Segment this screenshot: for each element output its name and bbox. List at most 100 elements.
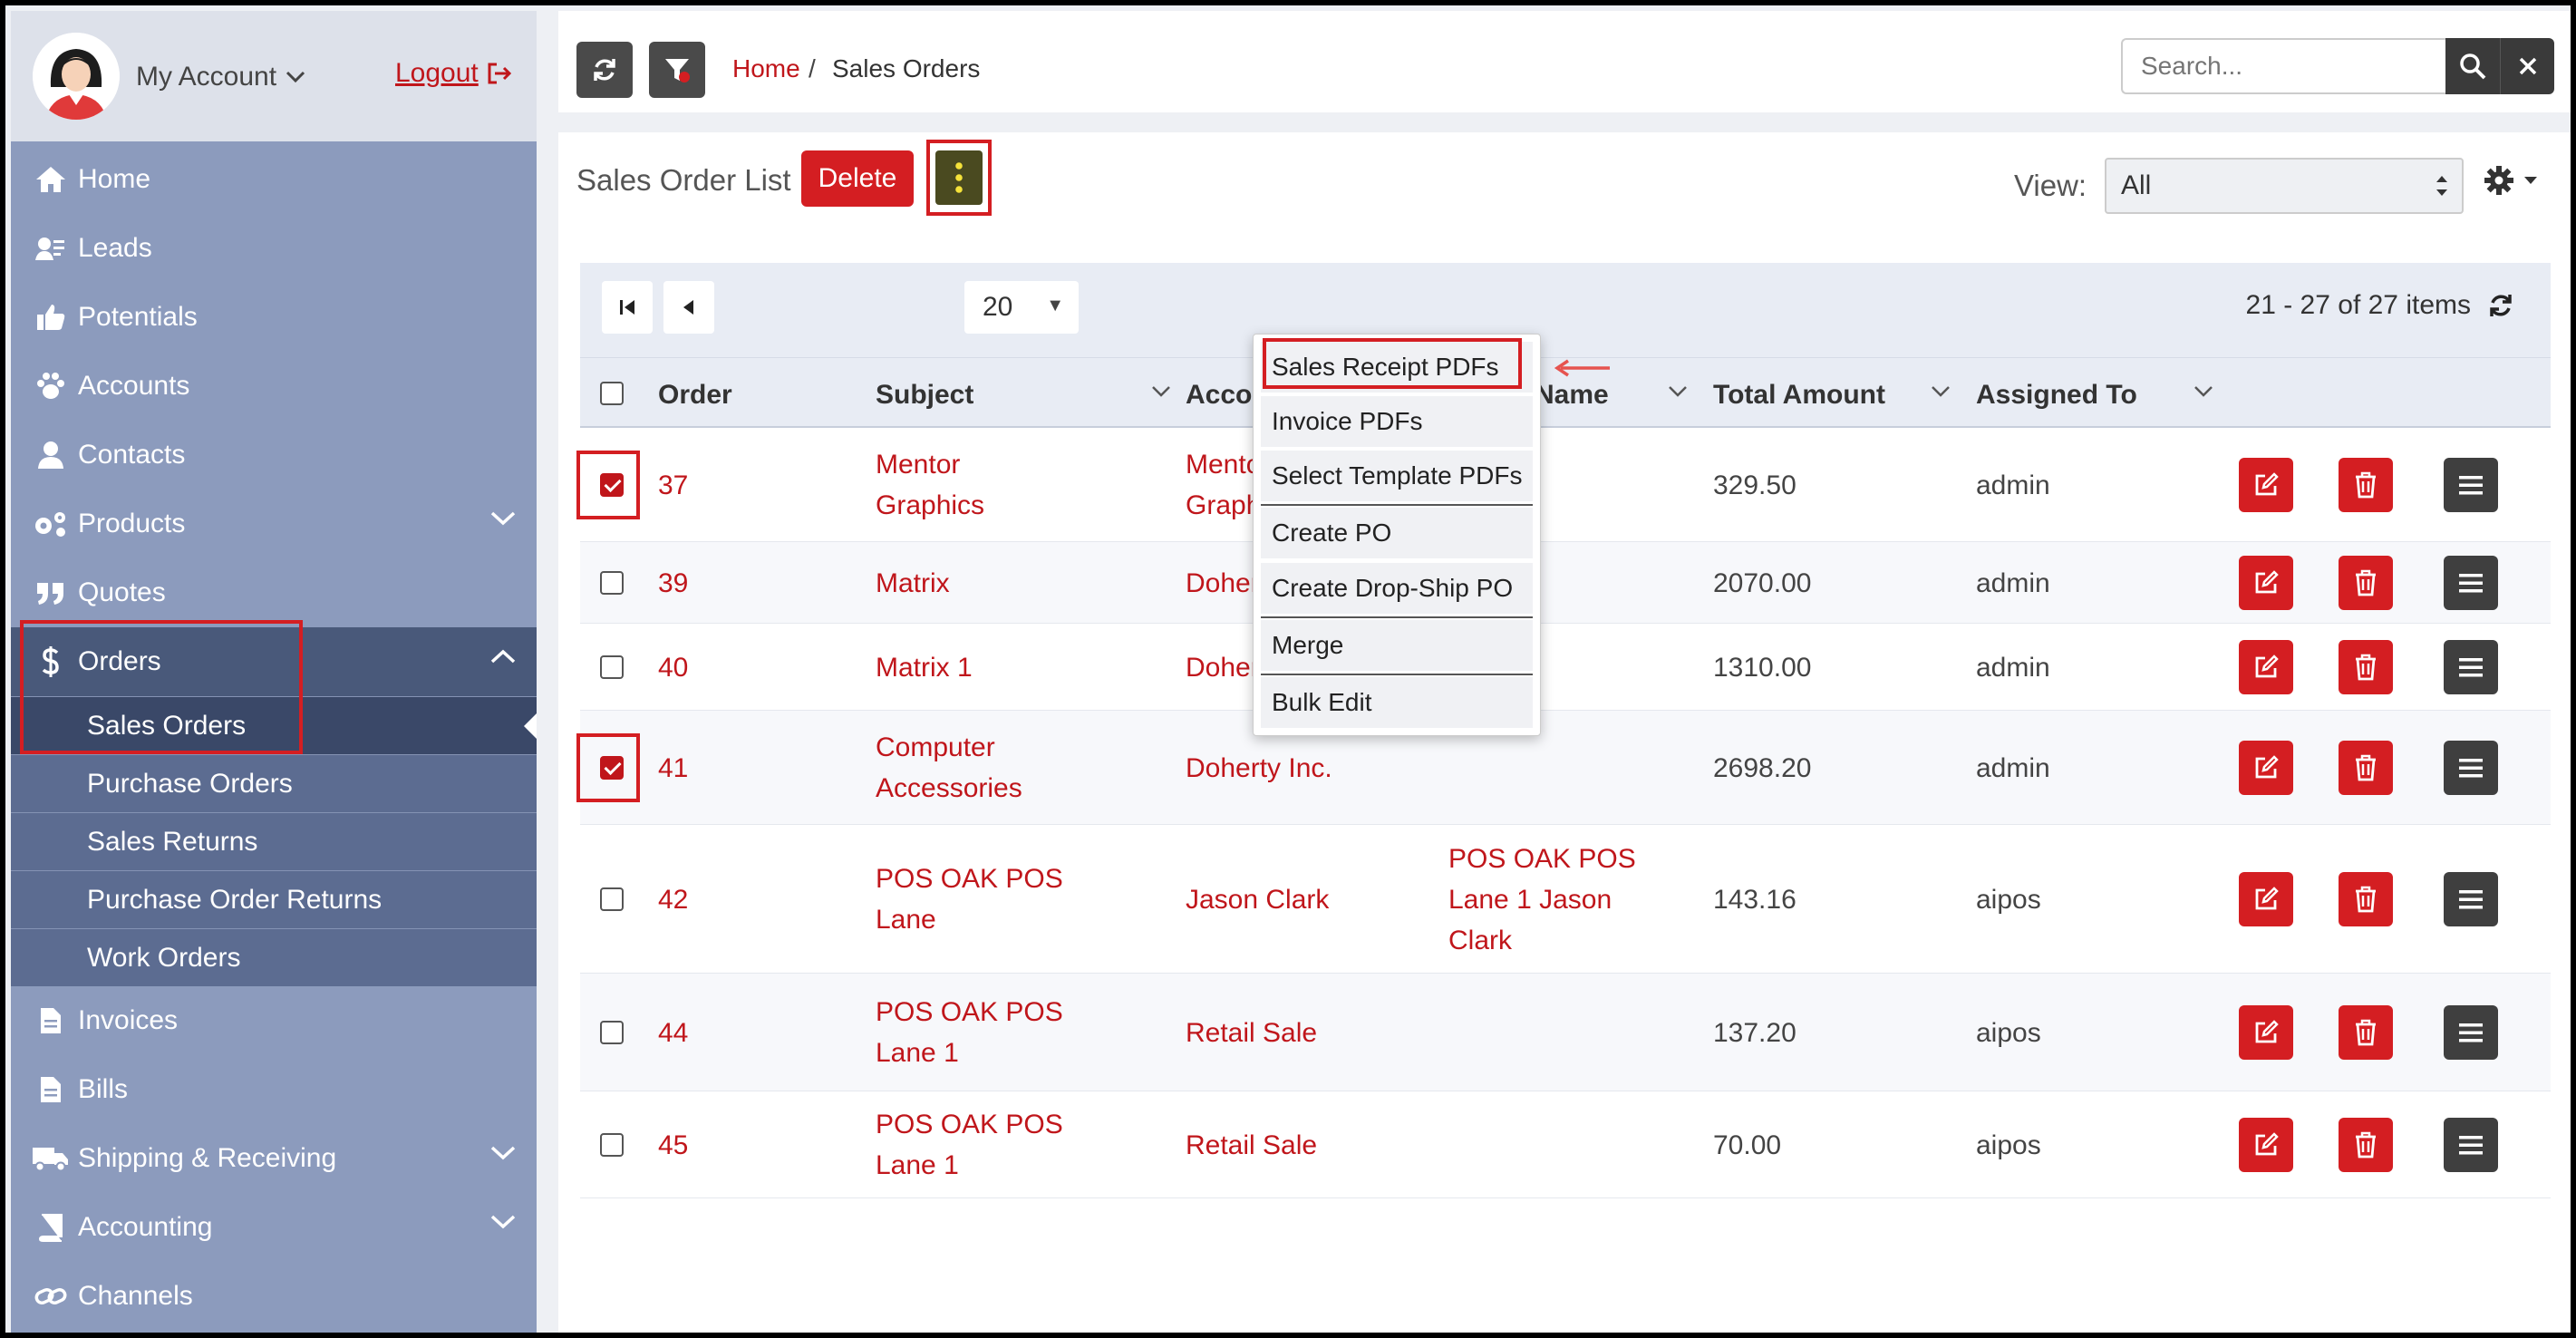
chevron-down-icon[interactable] <box>489 1213 517 1231</box>
select-all-checkbox[interactable] <box>600 382 624 405</box>
subject-link[interactable]: Lane <box>876 899 936 940</box>
pager-prev-button[interactable] <box>663 281 714 334</box>
row-checkbox[interactable] <box>600 655 624 679</box>
chevron-down-icon[interactable] <box>2193 385 2213 398</box>
sidebar-item-leads[interactable]: Leads <box>11 214 537 283</box>
menu-item-invoice-pdfs[interactable]: Invoice PDFs <box>1261 396 1533 447</box>
subject-link[interactable]: Lane 1 <box>876 1145 959 1186</box>
edit-button[interactable] <box>2239 458 2293 512</box>
search-input[interactable] <box>2121 38 2445 94</box>
edit-button[interactable] <box>2239 556 2293 610</box>
menu-item-bulk-edit[interactable]: Bulk Edit <box>1261 677 1533 728</box>
chevron-down-icon[interactable] <box>1931 385 1951 398</box>
delete-row-button[interactable] <box>2339 741 2393 795</box>
menu-item-merge[interactable]: Merge <box>1261 620 1533 671</box>
row-menu-button[interactable] <box>2444 872 2498 926</box>
delete-row-button[interactable] <box>2339 458 2393 512</box>
sidebar-subitem-sales-returns[interactable]: Sales Returns <box>11 812 537 870</box>
chevron-down-icon[interactable] <box>489 1144 517 1162</box>
more-actions-button[interactable] <box>935 150 983 205</box>
delete-row-button[interactable] <box>2339 1005 2393 1060</box>
account-name-link[interactable]: Retail Sale <box>1186 1125 1317 1166</box>
order-number-link[interactable]: 42 <box>658 879 688 920</box>
edit-button[interactable] <box>2239 1118 2293 1172</box>
search-clear-button[interactable] <box>2500 38 2554 94</box>
account-name-link[interactable]: Jason Clark <box>1186 879 1329 920</box>
order-number-link[interactable]: 41 <box>658 748 688 789</box>
row-menu-button[interactable] <box>2444 741 2498 795</box>
delete-row-button[interactable] <box>2339 640 2393 694</box>
row-checkbox[interactable] <box>600 1133 624 1157</box>
column-header-order[interactable]: Order <box>658 380 732 411</box>
chevron-up-icon[interactable] <box>489 647 517 665</box>
pager-first-button[interactable] <box>602 281 653 334</box>
chevron-down-icon[interactable] <box>1151 385 1171 398</box>
order-number-link[interactable]: 45 <box>658 1125 688 1166</box>
subject-link[interactable]: POS OAK POS <box>876 858 1063 899</box>
delete-button[interactable]: Delete <box>801 150 914 207</box>
edit-button[interactable] <box>2239 872 2293 926</box>
sidebar-item-shipping-receiving[interactable]: Shipping & Receiving <box>11 1124 537 1193</box>
delete-row-button[interactable] <box>2339 556 2393 610</box>
sidebar-item-home[interactable]: Home <box>11 145 537 214</box>
sidebar-item-quotes[interactable]: Quotes <box>11 558 537 627</box>
refresh-button[interactable] <box>576 42 633 98</box>
quote-name-link[interactable]: POS OAK POS <box>1448 839 1636 879</box>
quote-name-link[interactable]: Lane 1 Jason <box>1448 879 1612 920</box>
subject-link[interactable]: Mentor <box>876 444 960 485</box>
sidebar-item-channels[interactable]: Channels <box>11 1262 537 1331</box>
account-name-link[interactable]: Retail Sale <box>1186 1013 1317 1053</box>
breadcrumb-home[interactable]: Home <box>732 54 800 83</box>
edit-button[interactable] <box>2239 741 2293 795</box>
order-number-link[interactable]: 39 <box>658 563 688 604</box>
account-name-link[interactable]: Doherty Inc. <box>1186 748 1332 789</box>
sidebar-item-accounts[interactable]: Accounts <box>11 352 537 421</box>
subject-link[interactable]: POS OAK POS <box>876 992 1063 1033</box>
column-header-total-amount[interactable]: Total Amount <box>1713 380 1885 411</box>
column-header-assigned-to[interactable]: Assigned To <box>1976 380 2137 411</box>
page-size-select[interactable]: 20 ▼ <box>964 281 1079 334</box>
sidebar-item-bills[interactable]: Bills <box>11 1055 537 1124</box>
order-number-link[interactable]: 44 <box>658 1013 688 1053</box>
sidebar-item-accounting[interactable]: Accounting <box>11 1193 537 1262</box>
sidebar-subitem-purchase-orders[interactable]: Purchase Orders <box>11 754 537 812</box>
avatar[interactable] <box>33 33 120 120</box>
chevron-down-icon[interactable] <box>489 509 517 528</box>
row-menu-button[interactable] <box>2444 640 2498 694</box>
subject-link[interactable]: Computer <box>876 727 995 768</box>
edit-button[interactable] <box>2239 640 2293 694</box>
row-menu-button[interactable] <box>2444 556 2498 610</box>
sidebar-subitem-work-orders[interactable]: Work Orders <box>11 928 537 986</box>
sidebar-subitem-purchase-order-returns[interactable]: Purchase Order Returns <box>11 870 537 928</box>
sidebar-item-potentials[interactable]: Potentials <box>11 283 537 352</box>
chevron-down-icon[interactable] <box>1668 385 1688 398</box>
subject-link[interactable]: Matrix <box>876 563 950 604</box>
order-number-link[interactable]: 37 <box>658 465 688 506</box>
settings-menu[interactable] <box>2484 165 2538 196</box>
delete-row-button[interactable] <box>2339 1118 2393 1172</box>
row-checkbox[interactable] <box>600 1021 624 1044</box>
row-menu-button[interactable] <box>2444 1005 2498 1060</box>
filter-clear-button[interactable] <box>649 42 705 98</box>
subject-link[interactable]: Matrix 1 <box>876 647 973 688</box>
logout-link[interactable]: Logout <box>395 58 513 89</box>
menu-item-select-template-pdfs[interactable]: Select Template PDFs <box>1261 451 1533 501</box>
delete-row-button[interactable] <box>2339 872 2393 926</box>
subject-link[interactable]: Graphics <box>876 485 984 526</box>
subject-link[interactable]: Accessories <box>876 768 1022 809</box>
subject-link[interactable]: Lane 1 <box>876 1033 959 1073</box>
sidebar-item-invoices[interactable]: Invoices <box>11 986 537 1055</box>
edit-button[interactable] <box>2239 1005 2293 1060</box>
grid-refresh-button[interactable] <box>2487 292 2514 324</box>
menu-item-create-po[interactable]: Create PO <box>1261 508 1533 558</box>
menu-item-create-drop-ship-po[interactable]: Create Drop-Ship PO <box>1261 563 1533 614</box>
view-select[interactable]: All <box>2105 158 2464 214</box>
row-checkbox[interactable] <box>600 571 624 595</box>
my-account-menu[interactable]: My Account <box>136 62 305 92</box>
row-menu-button[interactable] <box>2444 1118 2498 1172</box>
sidebar-item-products[interactable]: Products <box>11 490 537 558</box>
order-number-link[interactable]: 40 <box>658 647 688 688</box>
search-button[interactable] <box>2445 38 2500 94</box>
quote-name-link[interactable]: Clark <box>1448 920 1512 961</box>
column-header-subject[interactable]: Subject <box>876 380 973 411</box>
